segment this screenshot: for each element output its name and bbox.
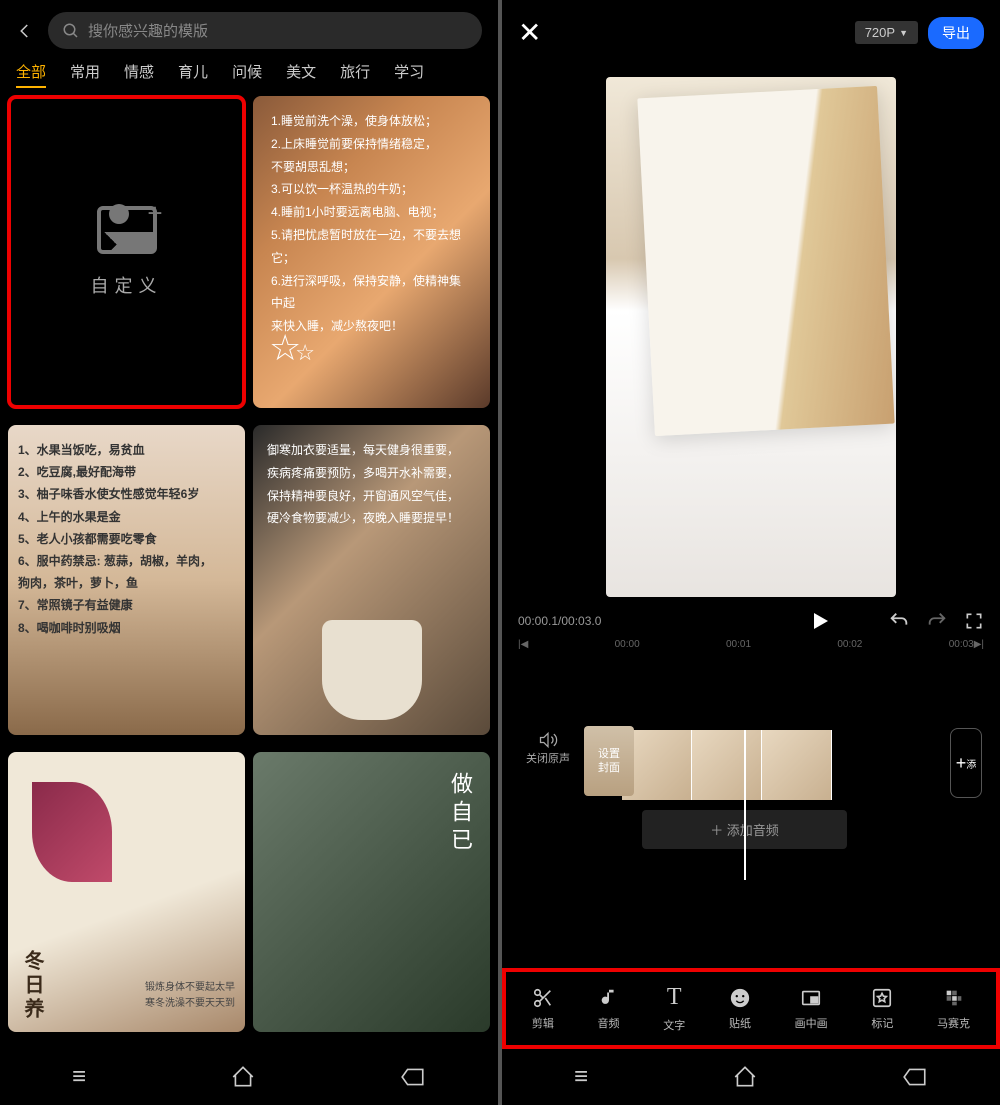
custom-label: 自定义 [91, 272, 163, 298]
back-button[interactable] [16, 22, 36, 40]
search-input[interactable]: 搜你感兴趣的模版 [48, 12, 482, 49]
template-picker-screen: 搜你感兴趣的模版 全部 常用 情感 育儿 问候 美文 旅行 学习 + 自定义 1… [0, 0, 498, 1105]
custom-template-card[interactable]: + 自定义 [8, 96, 245, 408]
tool-sticker[interactable]: 贴纸 [729, 987, 751, 1031]
timeline[interactable]: 关闭原声 设置 封面 +添 ＋ 添加音频 [502, 656, 1000, 968]
template-subtext: 锻炼身体不要起太早 寒冬洗澡不要天天到 [145, 980, 235, 1012]
recent-apps-button[interactable]: ≡ [574, 1063, 588, 1091]
tool-mosaic[interactable]: 马赛克 [937, 987, 970, 1031]
template-card[interactable]: 1.睡觉前洗个澡，使身体放松；2.上床睡觉前要保持情绪稳定， 不要胡思乱想；3.… [253, 96, 490, 408]
template-title: 冬日养 [18, 950, 47, 1022]
top-bar: 搜你感兴趣的模版 [0, 0, 498, 61]
playhead[interactable] [744, 730, 746, 880]
tool-mark[interactable]: 标记 [871, 987, 893, 1031]
editor-toolbar: 剪辑 音频 T 文字 贴纸 画中画 标记 [504, 970, 998, 1047]
video-clips[interactable] [622, 730, 832, 800]
text-icon: T [667, 984, 682, 1011]
template-card[interactable]: 御寒加衣要适量，每天健身很重要，疾病疼痛要预防，多喝开水补需要，保持精神要良好，… [253, 425, 490, 735]
template-card[interactable]: 1、水果当饭吃，易贫血2、吃豆腐,最好配海带3、柚子味香水使女性感觉年轻6岁4、… [8, 425, 245, 735]
template-card[interactable]: 做自已 [253, 752, 490, 1032]
ruler-next-icon[interactable]: ▶| [974, 639, 984, 650]
android-nav-bar: ≡ [502, 1049, 1000, 1105]
add-clip-button[interactable]: +添 [950, 728, 982, 798]
template-text: 1、水果当饭吃，易贫血2、吃豆腐,最好配海带3、柚子味香水使女性感觉年轻6岁4、… [18, 439, 235, 639]
tool-text[interactable]: T 文字 [663, 984, 685, 1033]
resolution-dropdown[interactable]: 720P▼ [855, 21, 918, 44]
tab-emotion[interactable]: 情感 [124, 61, 154, 88]
music-icon [598, 987, 620, 1009]
android-nav-bar: ≡ [0, 1049, 498, 1105]
template-title: 做自已 [444, 772, 476, 856]
set-cover-button[interactable]: 设置 封面 [584, 726, 634, 796]
tab-study[interactable]: 学习 [394, 61, 424, 88]
playback-controls: 00:00.1/00:03.0 [502, 609, 1000, 633]
add-image-icon: + [97, 206, 157, 254]
template-card[interactable]: 冬日养 锻炼身体不要起太早 寒冬洗澡不要天天到 [8, 752, 245, 1032]
time-display: 00:00.1/00:03.0 [518, 614, 792, 628]
search-placeholder: 搜你感兴趣的模版 [88, 20, 208, 41]
scissors-icon [532, 987, 554, 1009]
video-editor-screen: ✕ 720P▼ 导出 00:00.1/00:03.0 |◀ 00:00 00:0… [502, 0, 1000, 1105]
mosaic-icon [943, 987, 965, 1009]
tab-parenting[interactable]: 育儿 [178, 61, 208, 88]
export-button[interactable]: 导出 [928, 17, 984, 49]
tool-cut[interactable]: 剪辑 [532, 987, 554, 1031]
editor-top-bar: ✕ 720P▼ 导出 [502, 0, 1000, 65]
tab-travel[interactable]: 旅行 [340, 61, 370, 88]
tab-greeting[interactable]: 问候 [232, 61, 262, 88]
tab-prose[interactable]: 美文 [286, 61, 316, 88]
search-icon [62, 22, 80, 40]
template-text: 御寒加衣要适量，每天健身很重要，疾病疼痛要预防，多喝开水补需要，保持精神要良好，… [267, 439, 476, 530]
ruler-prev-icon[interactable]: |◀ [518, 639, 528, 650]
play-button[interactable] [808, 609, 832, 633]
star-icon: ☆☆ [269, 314, 315, 382]
video-preview[interactable] [502, 65, 1000, 609]
back-nav-button[interactable] [400, 1067, 426, 1087]
tool-audio[interactable]: 音频 [598, 987, 620, 1031]
redo-button[interactable] [926, 610, 948, 632]
home-button[interactable] [732, 1064, 758, 1090]
recent-apps-button[interactable]: ≡ [72, 1063, 86, 1091]
smile-icon [729, 987, 751, 1009]
tab-all[interactable]: 全部 [16, 61, 46, 88]
tool-pip[interactable]: 画中画 [795, 987, 828, 1031]
timeline-ruler: |◀ 00:00 00:01 00:02 00:03 ▶| [502, 633, 1000, 656]
close-button[interactable]: ✕ [518, 16, 541, 49]
star-box-icon [871, 987, 893, 1009]
leaf-decoration [32, 782, 112, 882]
mute-original-button[interactable]: 关闭原声 [526, 730, 570, 767]
home-button[interactable] [230, 1064, 256, 1090]
undo-button[interactable] [888, 610, 910, 632]
horse-decoration [322, 620, 422, 720]
fullscreen-button[interactable] [964, 611, 984, 631]
back-nav-button[interactable] [902, 1067, 928, 1087]
pip-icon [800, 987, 822, 1009]
template-grid: + 自定义 1.睡觉前洗个澡，使身体放松；2.上床睡觉前要保持情绪稳定， 不要胡… [0, 88, 498, 1049]
category-tabs: 全部 常用 情感 育儿 问候 美文 旅行 学习 [0, 61, 498, 88]
tab-common[interactable]: 常用 [70, 61, 100, 88]
template-text: 1.睡觉前洗个澡，使身体放松；2.上床睡觉前要保持情绪稳定， 不要胡思乱想；3.… [271, 110, 472, 338]
